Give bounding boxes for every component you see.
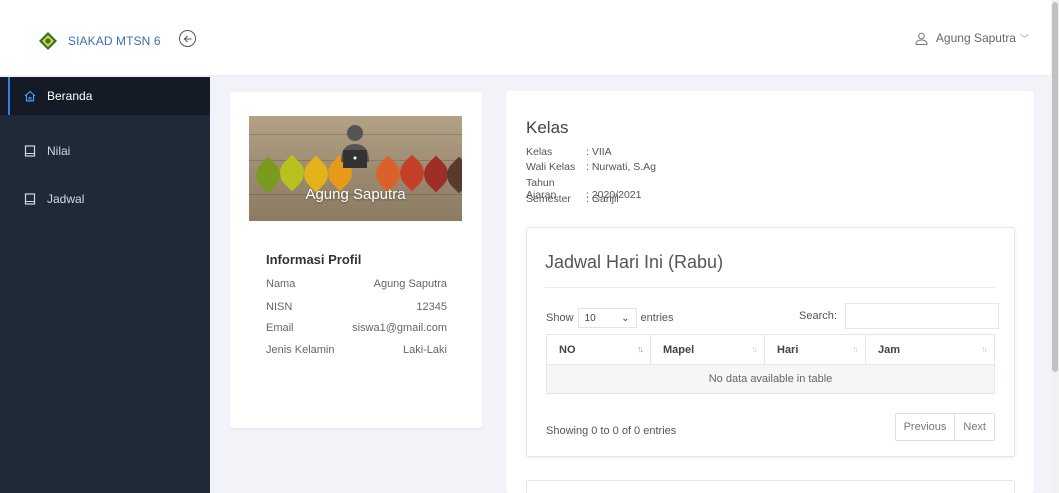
kelas-card: Kelas Kelas : VIIA Wali Kelas : Nurwati, S…	[506, 91, 1034, 493]
sidebar-item-beranda[interactable]: Beranda	[0, 77, 210, 115]
column-header-label: Jam	[878, 343, 901, 356]
column-header-label: Hari	[777, 343, 799, 356]
column-header-no[interactable]: NO ↑↓	[546, 334, 651, 365]
empty-table-message: No data available in table	[546, 364, 995, 394]
jadwal-title: Jadwal Hari Ini (Rabu)	[545, 252, 724, 272]
search-input[interactable]	[844, 303, 999, 329]
kelas-label: Semester	[526, 193, 571, 205]
sidebar-item-label: Beranda	[47, 89, 93, 103]
show-label: Show	[546, 312, 574, 324]
kelas-row: Wali Kelas : Nurwati, S.Ag	[526, 161, 656, 173]
column-header-label: NO	[559, 343, 576, 356]
profile-info-title: Informasi Profil	[266, 252, 362, 267]
next-button[interactable]: Next	[954, 414, 994, 440]
sidebar: Beranda Nilai Jadwal	[0, 77, 210, 493]
table-info: Showing 0 to 0 of 0 entries	[546, 425, 677, 437]
book-icon	[24, 193, 36, 205]
divider	[545, 287, 995, 288]
kelas-label: Wali Kelas	[526, 161, 576, 173]
home-icon	[24, 90, 36, 102]
kelas-row: Semester : Ganjil	[526, 193, 619, 205]
chevron-down-icon: ﹀	[1019, 33, 1029, 44]
sort-asc-icon: ↑↓	[637, 344, 644, 354]
previous-button[interactable]: Previous	[896, 414, 955, 440]
field-label: Nama	[266, 278, 296, 290]
kelas-value: : Nurwati, S.Ag	[586, 161, 657, 173]
kelas-row: Kelas : VIIA	[526, 146, 612, 158]
sidebar-item-label: Nilai	[47, 144, 71, 158]
book-icon	[24, 145, 36, 157]
field-label: Jenis Kelamin	[266, 344, 335, 356]
user-avatar-icon	[341, 125, 369, 168]
pagination: Previous Next	[894, 413, 995, 441]
profile-field-nama: Nama Agung Saputra	[266, 278, 447, 290]
top-bar: SIAKAD MTSN 6 Agung Saputra ﹀	[0, 0, 1059, 76]
table-header-row: NO ↑↓ Mapel ↑↓ Hari ↑↓ Jam ↑↓	[546, 334, 995, 365]
user-name: Agung Saputra	[935, 31, 1016, 45]
brand-name: SIAKAD MTSN 6	[68, 34, 161, 48]
chevron-down-icon: ⌄	[621, 312, 630, 324]
sidebar-item-nilai[interactable]: Nilai	[0, 129, 210, 173]
field-value: Laki-Laki	[402, 344, 447, 356]
profile-card: Agung Saputra Informasi Profil Nama Agun…	[230, 92, 482, 428]
ministry-logo-icon	[39, 32, 57, 50]
column-header-mapel[interactable]: Mapel ↑↓	[650, 334, 765, 365]
sort-icon: ↑↓	[852, 344, 859, 354]
table-row: No data available in table	[546, 364, 995, 394]
entries-select[interactable]: 10 ⌄	[577, 308, 637, 328]
profile-field-jenis-kelamin: Jenis Kelamin Laki-Laki	[266, 344, 447, 356]
table-search: Search:	[799, 303, 999, 329]
profile-field-nisn: NISN 12345	[266, 301, 447, 313]
field-value: Agung Saputra	[373, 278, 447, 290]
jadwal-card: Jadwal Hari Ini (Rabu) Show 10 ⌄ entries…	[526, 227, 1015, 457]
user-menu[interactable]: Agung Saputra ﹀	[915, 31, 1029, 45]
kelas-value: : VIIA	[586, 146, 612, 158]
profile-field-email: Email siswa1@gmail.com	[266, 322, 447, 334]
user-icon	[915, 32, 928, 45]
arrow-left-icon	[183, 35, 191, 42]
banner-name: Agung Saputra	[305, 186, 406, 203]
entries-label: entries	[640, 312, 674, 324]
field-label: NISN	[266, 301, 293, 313]
brand[interactable]: SIAKAD MTSN 6	[38, 31, 161, 51]
kelas-value: : Ganjil	[586, 193, 619, 205]
column-header-jam[interactable]: Jam ↑↓	[865, 334, 995, 365]
column-header-label: Mapel	[663, 343, 695, 356]
field-value: 12345	[416, 301, 447, 313]
column-header-hari[interactable]: Hari ↑↓	[764, 334, 866, 365]
field-label: Email	[266, 322, 294, 334]
sidebar-item-label: Jadwal	[47, 192, 85, 206]
sidebar-item-jadwal[interactable]: Jadwal	[0, 177, 210, 221]
sort-icon: ↑↓	[751, 344, 758, 354]
entries-length-control: Show 10 ⌄ entries	[546, 308, 674, 328]
jadwal-table: NO ↑↓ Mapel ↑↓ Hari ↑↓ Jam ↑↓ No data availa…	[546, 334, 995, 394]
field-value: siswa1@gmail.com	[352, 322, 447, 334]
kelas-title: Kelas	[526, 118, 569, 137]
sidebar-toggle-button[interactable]	[179, 30, 196, 47]
next-card	[526, 480, 1015, 493]
kelas-label: Kelas	[526, 146, 553, 158]
search-label: Search:	[799, 310, 837, 322]
vertical-scrollbar[interactable]	[1051, 0, 1059, 493]
entries-select-value: 10	[584, 312, 596, 324]
profile-banner: Agung Saputra	[249, 116, 462, 221]
sort-icon: ↑↓	[981, 344, 988, 354]
scrollbar-thumb[interactable]	[1052, 2, 1058, 372]
